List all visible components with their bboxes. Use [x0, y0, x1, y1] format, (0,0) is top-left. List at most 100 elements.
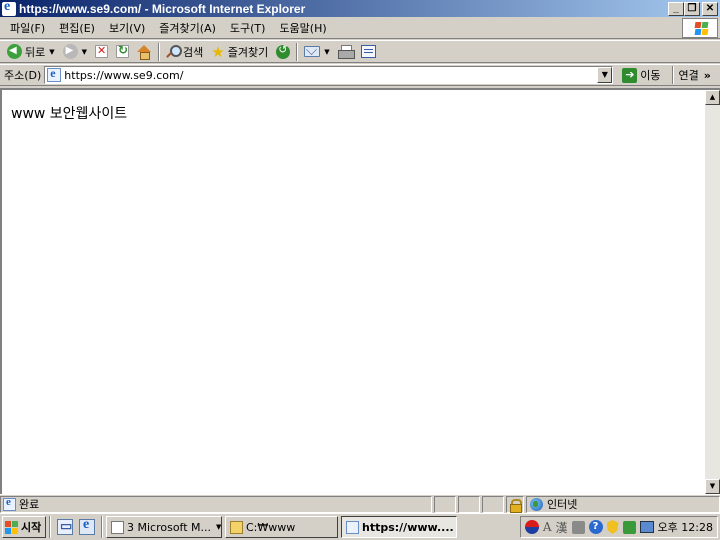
go-label: 이동 [640, 69, 661, 82]
ie-icon [2, 0, 16, 16]
links-button[interactable]: 연결 [674, 67, 702, 83]
favorites-label: 즐겨찾기 [227, 45, 269, 59]
scroll-down-icon[interactable]: ▼ [705, 479, 720, 494]
menu-tools[interactable]: 도구(T) [223, 20, 273, 36]
stop-button[interactable] [91, 42, 112, 62]
search-button[interactable]: 검색 [162, 42, 207, 62]
stop-icon [95, 44, 109, 58]
edit-page-icon [360, 45, 376, 58]
windows-flag-icon [5, 520, 19, 534]
quicklaunch-ie-icon[interactable] [79, 517, 95, 535]
address-input[interactable] [64, 68, 613, 82]
mail-icon [304, 46, 321, 57]
back-arrow-icon [7, 44, 22, 59]
document-icon [111, 520, 124, 534]
ime-hanja-indicator[interactable]: 漢 [556, 519, 568, 536]
globe-icon [530, 497, 543, 511]
taskbar-separator [49, 516, 51, 538]
go-arrow-icon: ➔ [622, 67, 638, 83]
clock[interactable]: 오후 12:28 [658, 519, 713, 535]
forward-arrow-icon [62, 44, 78, 59]
back-label: 뒤로 [25, 45, 46, 59]
task-button-folder[interactable]: C:₩www [225, 516, 338, 538]
start-label: 시작 [21, 521, 42, 534]
status-bar: 완료 인터넷 [0, 494, 720, 513]
go-button[interactable]: ➔ 이동 [619, 67, 663, 83]
zone-label: 인터넷 [547, 498, 578, 511]
star-icon: ★ [211, 42, 225, 61]
title-bar[interactable]: https://www.se9.com/ - Microsoft Interne… [0, 0, 720, 17]
windows-logo-icon [682, 18, 718, 38]
refresh-button[interactable] [112, 42, 133, 62]
task-label: C:₩www [246, 520, 296, 534]
standard-toolbar: 뒤로 ▼ ▼ 검색 ★ 즐겨찾기 ▼ [0, 40, 720, 63]
menu-bar: 파일(F) 편집(E) 보기(V) 즐겨찾기(A) 도구(T) 도움말(H) [0, 17, 720, 39]
window-controls: _ ❐ ✕ [668, 1, 718, 16]
security-zone-panel[interactable]: 인터넷 [526, 495, 720, 513]
task-group-dropdown-icon: ▼ [216, 523, 222, 531]
status-panel [482, 495, 504, 513]
ime-pad-icon[interactable] [571, 520, 585, 534]
tray-app-icon[interactable] [622, 520, 636, 534]
monitor-icon[interactable] [639, 521, 654, 533]
start-button[interactable]: 시작 [2, 516, 46, 538]
folder-icon [230, 520, 243, 534]
taskbar: 시작 3 Microsoft M... ▼ C:₩www https://www… [0, 513, 720, 540]
task-button-word[interactable]: 3 Microsoft M... ▼ [106, 516, 222, 538]
forward-dropdown-icon[interactable]: ▼ [82, 48, 87, 56]
taskbar-separator [101, 516, 103, 538]
history-button[interactable] [272, 42, 294, 62]
home-icon [137, 44, 152, 60]
window-title: https://www.se9.com/ - Microsoft Interne… [19, 1, 306, 16]
menu-view[interactable]: 보기(V) [102, 20, 152, 36]
page-icon [3, 496, 16, 511]
search-label: 검색 [183, 45, 204, 59]
home-button[interactable] [133, 42, 156, 62]
toolbar-separator [158, 42, 161, 61]
edit-button[interactable] [357, 42, 380, 62]
status-text: 완료 [19, 498, 40, 511]
links-chevron-icon[interactable]: » [704, 69, 711, 82]
back-dropdown-icon[interactable]: ▼ [49, 48, 54, 56]
page-icon [47, 66, 62, 82]
menu-edit[interactable]: 편집(E) [52, 20, 102, 36]
security-shield-icon[interactable] [606, 520, 619, 534]
menu-favorites[interactable]: 즐겨찾기(A) [152, 20, 223, 36]
menu-help[interactable]: 도움말(H) [272, 20, 333, 36]
forward-button[interactable]: ▼ [59, 42, 91, 62]
vertical-scrollbar[interactable]: ▲ ▼ [705, 88, 720, 494]
lock-icon[interactable] [506, 495, 524, 513]
toolbar-separator [296, 42, 299, 61]
favorites-button[interactable]: ★ 즐겨찾기 [207, 42, 272, 62]
task-button-ie[interactable]: https://www.... [341, 516, 457, 538]
task-label: 3 Microsoft M... [127, 520, 212, 534]
mail-button[interactable]: ▼ [300, 42, 333, 62]
restore-button[interactable]: ❐ [684, 1, 700, 16]
status-panel [458, 495, 480, 513]
ime-mode-indicator[interactable]: A [543, 520, 552, 534]
refresh-icon [116, 43, 130, 58]
minimize-button[interactable]: _ [668, 1, 684, 16]
ie-icon [346, 520, 359, 534]
mail-dropdown-icon[interactable]: ▼ [324, 48, 329, 56]
address-dropdown-icon[interactable]: ▼ [597, 67, 613, 83]
back-button[interactable]: 뒤로 ▼ [3, 42, 59, 62]
show-desktop-icon[interactable] [57, 518, 73, 535]
help-icon[interactable]: ? [588, 520, 603, 534]
history-icon [276, 43, 291, 59]
page-content[interactable]: www 보안웹사이트 [0, 88, 705, 494]
menu-file[interactable]: 파일(F) [3, 20, 52, 36]
system-tray: A 漢 ? 오후 12:28 [519, 516, 718, 538]
printer-icon [337, 45, 355, 59]
status-text-panel: 완료 [0, 495, 432, 513]
ime-korean-icon[interactable] [524, 520, 539, 534]
address-bar: 주소(D) ▼ ➔ 이동 연결 » [0, 64, 720, 86]
address-box[interactable]: ▼ [44, 66, 614, 84]
task-label: https://www.... [362, 520, 454, 534]
search-icon [166, 44, 183, 59]
scroll-up-icon[interactable]: ▲ [705, 90, 720, 105]
status-panel [434, 495, 456, 513]
print-button[interactable] [334, 42, 357, 62]
close-button[interactable]: ✕ [702, 1, 718, 16]
address-label: 주소(D) [4, 69, 42, 82]
